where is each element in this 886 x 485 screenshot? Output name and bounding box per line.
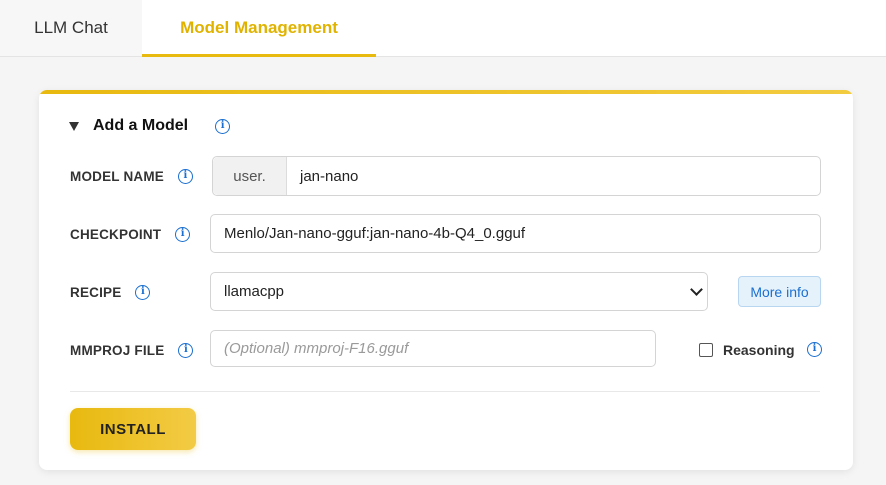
- recipe-select[interactable]: llamacpp: [210, 272, 708, 311]
- tab-llm-chat[interactable]: LLM Chat: [0, 0, 142, 56]
- section-title: Add a Model: [93, 117, 189, 134]
- chevron-down-icon: [690, 283, 703, 296]
- recipe-label-row: RECIPE i: [70, 282, 151, 302]
- tab-model-management[interactable]: Model Management: [142, 0, 376, 57]
- card-accent-bar: [39, 90, 853, 94]
- info-icon[interactable]: i: [135, 284, 151, 300]
- checkpoint-label: CHECKPOINT: [70, 226, 162, 242]
- add-model-card: Add a Model i MODEL NAME i user. jan-nan…: [39, 90, 853, 470]
- mmproj-label-row: MMPROJ FILE i: [70, 340, 194, 360]
- collapse-triangle-icon[interactable]: [69, 121, 79, 131]
- checkpoint-label-row: CHECKPOINT i: [70, 224, 191, 244]
- checkpoint-field[interactable]: Menlo/Jan-nano-gguf:jan-nano-4b-Q4_0.ggu…: [210, 214, 821, 253]
- model-name-field[interactable]: user. jan-nano: [212, 156, 821, 196]
- recipe-selected-value: llamacpp: [224, 283, 285, 300]
- model-name-label-row: MODEL NAME i: [70, 166, 194, 186]
- mmproj-label: MMPROJ FILE: [70, 342, 165, 358]
- info-icon[interactable]: i: [215, 118, 231, 134]
- tab-bar: LLM Chat Model Management: [0, 0, 886, 57]
- reasoning-option[interactable]: Reasoning i: [699, 340, 822, 360]
- reasoning-label: Reasoning: [723, 342, 795, 358]
- info-icon[interactable]: i: [178, 342, 194, 358]
- info-icon[interactable]: i: [175, 226, 191, 242]
- reasoning-checkbox[interactable]: [699, 343, 713, 357]
- model-name-prefix: user.: [213, 157, 287, 195]
- install-button[interactable]: INSTALL: [70, 408, 196, 450]
- recipe-label: RECIPE: [70, 284, 122, 300]
- more-info-button[interactable]: More info: [738, 276, 821, 307]
- mmproj-input[interactable]: (Optional) mmproj-F16.gguf: [211, 340, 408, 357]
- checkpoint-input[interactable]: Menlo/Jan-nano-gguf:jan-nano-4b-Q4_0.ggu…: [211, 225, 525, 242]
- section-header[interactable]: Add a Model i: [69, 116, 231, 136]
- model-name-label: MODEL NAME: [70, 168, 165, 184]
- mmproj-field[interactable]: (Optional) mmproj-F16.gguf: [210, 330, 656, 367]
- info-icon[interactable]: i: [807, 342, 822, 357]
- divider: [70, 391, 820, 392]
- model-name-input[interactable]: jan-nano: [287, 168, 358, 185]
- info-icon[interactable]: i: [178, 168, 194, 184]
